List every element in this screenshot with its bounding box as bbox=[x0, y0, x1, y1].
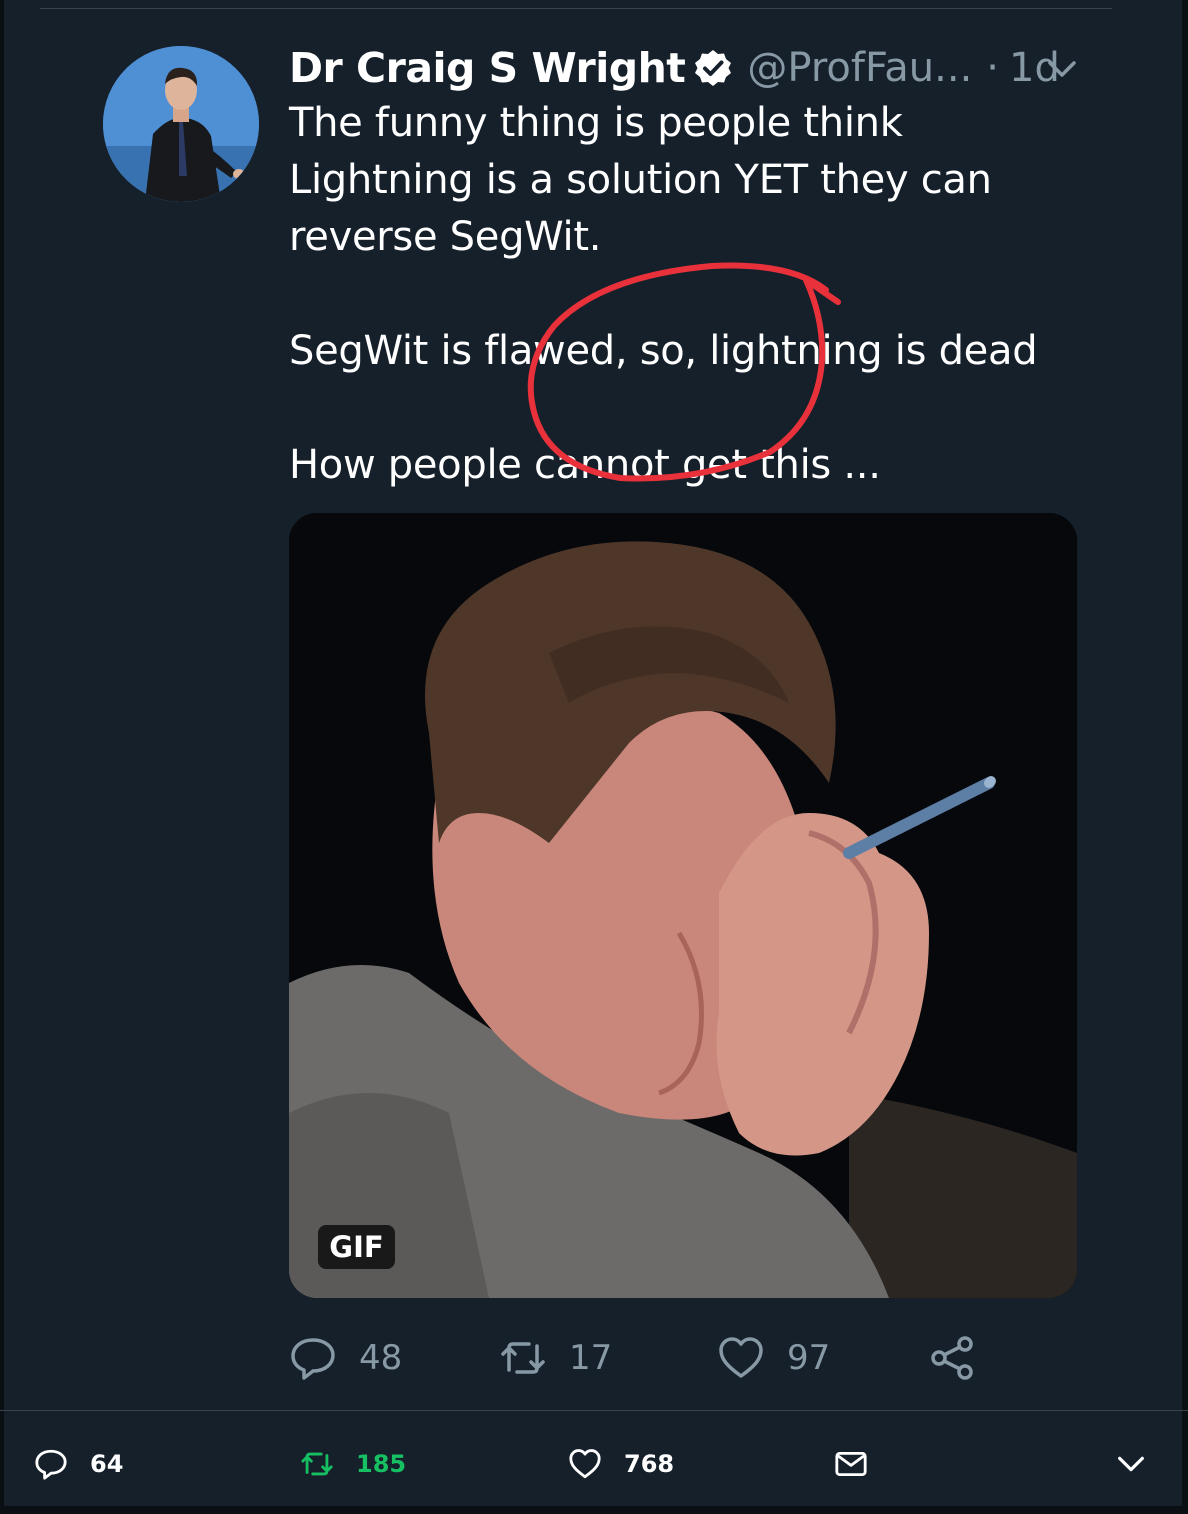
meta-separator: · bbox=[986, 45, 1000, 91]
chevron-down-icon bbox=[1118, 1456, 1144, 1472]
retweet-button[interactable]: 17 bbox=[499, 1330, 612, 1386]
tweet-screen: Dr Craig S Wright @ProfFau... · 1d The f… bbox=[0, 0, 1188, 1514]
heart-icon bbox=[719, 1337, 763, 1378]
bottom-reply-button[interactable]: 64 bbox=[34, 1442, 123, 1486]
top-divider bbox=[40, 8, 1112, 9]
bottom-divider bbox=[0, 1410, 1188, 1411]
tweet-media-gif[interactable]: GIF bbox=[289, 513, 1077, 1298]
tweet-text-line: reverse SegWit. bbox=[289, 214, 602, 260]
gif-frame-image bbox=[289, 513, 1077, 1298]
share-icon bbox=[931, 1336, 973, 1380]
avatar[interactable] bbox=[103, 46, 259, 202]
bottom-like-count: 768 bbox=[624, 1450, 675, 1478]
heart-icon bbox=[569, 1449, 601, 1479]
retweet-icon bbox=[301, 1452, 333, 1476]
author-handle[interactable]: @ProfFau... bbox=[747, 45, 972, 91]
retweet-icon bbox=[501, 1342, 545, 1374]
bottom-window-edge bbox=[0, 1506, 1188, 1514]
verified-badge-icon bbox=[693, 48, 733, 88]
retweet-count: 17 bbox=[569, 1338, 613, 1378]
like-button[interactable]: 97 bbox=[717, 1330, 830, 1386]
tweet-text-line: How people cannot get this ... bbox=[289, 442, 881, 488]
bottom-reply-count: 64 bbox=[90, 1450, 124, 1478]
reply-icon bbox=[35, 1449, 67, 1480]
reply-icon bbox=[291, 1338, 335, 1380]
tweet-actions: 48 17 97 bbox=[289, 1330, 1009, 1386]
mail-icon bbox=[835, 1451, 867, 1477]
right-window-edge bbox=[1182, 0, 1188, 1514]
gif-badge: GIF bbox=[318, 1225, 395, 1269]
tweet-text-line: The funny thing is people think bbox=[289, 100, 903, 146]
bottom-like-button[interactable]: 768 bbox=[568, 1442, 674, 1486]
direct-message-button[interactable] bbox=[834, 1442, 868, 1486]
more-options-button[interactable] bbox=[1114, 1442, 1148, 1486]
left-window-edge bbox=[0, 0, 4, 1514]
tweet-text-line: Lightning is a solution YET they can bbox=[289, 157, 992, 203]
tweet-text-line: SegWit is flawed, so, lightning is dead bbox=[289, 328, 1038, 374]
author-name[interactable]: Dr Craig S Wright bbox=[289, 44, 686, 92]
reply-button[interactable]: 48 bbox=[289, 1330, 402, 1386]
like-count: 97 bbox=[787, 1338, 831, 1378]
share-button[interactable] bbox=[929, 1330, 977, 1386]
avatar-photo bbox=[103, 46, 259, 202]
bottom-retweet-button[interactable]: 185 bbox=[300, 1442, 406, 1486]
detail-action-bar: 64 185 768 bbox=[0, 1442, 1188, 1486]
bottom-retweet-count: 185 bbox=[356, 1450, 407, 1478]
reply-count: 48 bbox=[359, 1338, 403, 1378]
tweet-header: Dr Craig S Wright @ProfFau... · 1d bbox=[289, 40, 1060, 96]
chevron-down-icon[interactable] bbox=[1044, 54, 1080, 84]
